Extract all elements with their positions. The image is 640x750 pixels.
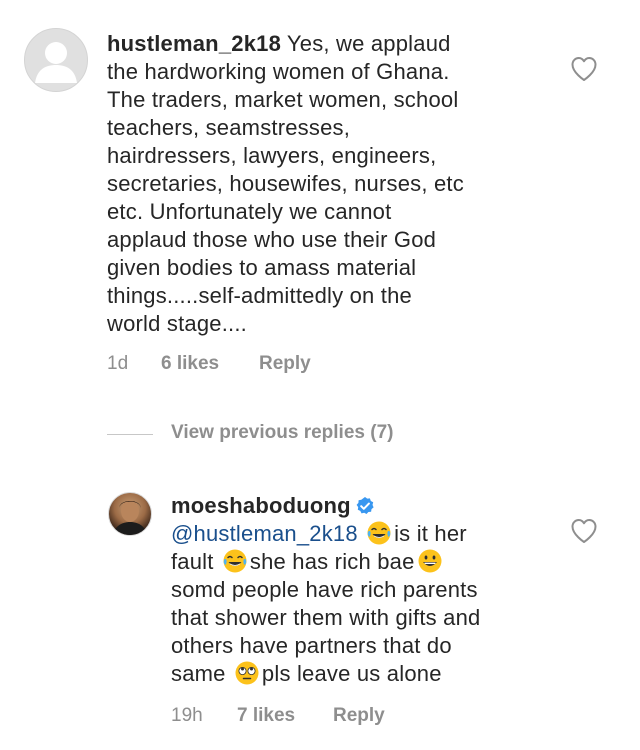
comment-username[interactable]: moeshaboduong [171,493,351,518]
face-with-tears-of-joy-emoji [367,521,391,545]
reply-button[interactable]: Reply [259,353,311,375]
comment-text-segment: fault [171,549,214,574]
comment-text-line: applaud those who use their God [107,227,437,252]
profile-photo [113,500,147,535]
avatar-placeholder[interactable] [24,28,88,92]
default-user-icon [35,42,77,83]
comment-text-segment: same [171,661,226,686]
avatar[interactable] [108,492,152,536]
mention-link[interactable]: @hustleman_2k18 [171,521,358,546]
comment-text-line: given bodies to amass material [107,255,417,280]
face-with-rolling-eyes-emoji [235,661,259,685]
comment-text-line: secretaries, housewifes, nurses, etc [107,171,464,196]
comment-likes[interactable]: 6 likes [161,353,219,375]
comment-text-line: Yes, we applaud [286,31,451,56]
comment-text-line: somd people have rich parents [171,577,478,602]
comment-time: 19h [171,705,203,726]
comment-text-segment: is it her [394,521,467,546]
comment-body: hustleman_2k18 Yes, we applaud the hardw… [107,30,547,338]
comment-meta: 1d 6 likes Reply [107,353,407,377]
comment-text-line: The traders, market women, school [107,87,459,112]
comment-text-segment: she has rich bae [249,549,415,574]
comment-text-line: etc. Unfortunately we cannot [107,199,392,224]
comment-username[interactable]: hustleman_2k18 [107,31,281,56]
heart-outline-icon[interactable] [570,56,598,82]
comment-text-line: the hardworking women of Ghana. [107,59,450,84]
comment-text-line: that shower them with gifts and [171,605,481,630]
verified-badge-icon [356,497,374,514]
view-replies-label[interactable]: View previous replies (7) [171,422,393,444]
comment-text-line: teachers, seamstresses, [107,115,351,140]
comment-text-segment: pls leave us alone [261,661,442,686]
reply-button[interactable]: Reply [333,705,385,727]
comment-text-line: world stage.... [107,311,247,336]
comment-likes[interactable]: 7 likes [237,705,295,727]
comment-text-line: others have partners that do [171,633,452,658]
grinning-face-emoji [418,549,442,573]
face-with-tears-of-joy-emoji [223,549,247,573]
heart-outline-icon[interactable] [570,518,598,544]
comment-meta: 19h 7 likes Reply [171,705,471,729]
comment-body: moeshaboduong @hustleman_2k18 is it her … [171,492,551,688]
comment-time: 1d [107,353,129,374]
divider-line [107,434,153,435]
comment-text-line: hairdressers, lawyers, engineers, [107,143,437,168]
comment-text-line: things.....self-admittedly on the [107,283,412,308]
